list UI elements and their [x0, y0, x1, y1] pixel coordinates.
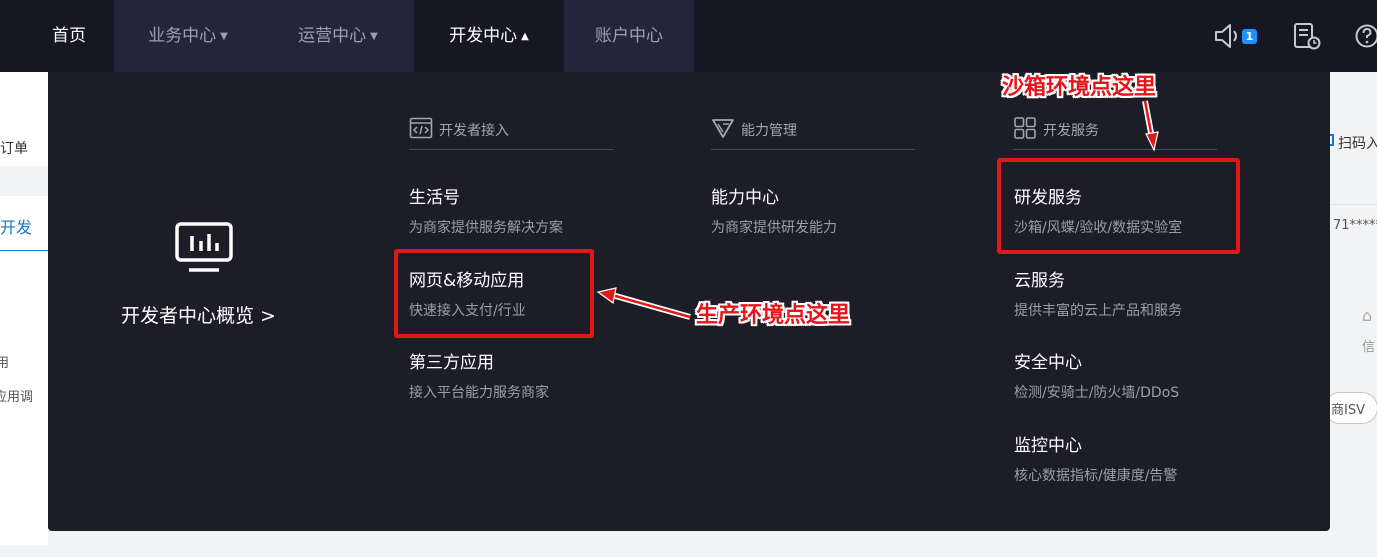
- top-navigation: 首页 业务中心 ▼ 运营中心 ▼ 开发中心 ▲ 账户中心 1: [0, 0, 1377, 72]
- menu-item-title: 云服务: [1014, 271, 1065, 291]
- menu-item-desc: 为商家提供研发能力: [711, 220, 837, 236]
- nav-account-center[interactable]: 账户中心: [564, 0, 694, 72]
- capability-triangle-icon: [712, 119, 734, 138]
- column-heading-developer-access: 开发者接入: [409, 116, 613, 150]
- production-callout: 生产环境点这里: [696, 303, 851, 328]
- background-info-text: 信: [1362, 340, 1376, 355]
- column-heading-label: 能力管理: [741, 123, 797, 139]
- developer-center-dropdown: 开发者中心概览 > 开发者接入 生活号 为商家提供服务解决方案 网页&移动应用 …: [48, 72, 1330, 531]
- nav-business-center[interactable]: 业务中心 ▼: [114, 0, 262, 72]
- column-heading-label: 开发服务: [1043, 123, 1099, 139]
- notification-badge: 1: [1242, 29, 1257, 44]
- code-window-icon: [409, 117, 433, 139]
- home-icon[interactable]: ⌂: [1362, 306, 1372, 325]
- background-tab-underline: [0, 250, 48, 251]
- background-account-masked: 71*****: [1333, 218, 1377, 233]
- nav-operations-center-label: 运营中心: [298, 26, 367, 46]
- help-icon[interactable]: [1355, 22, 1377, 50]
- sandbox-callout: 沙箱环境点这里: [1002, 75, 1157, 100]
- nav-operations-center[interactable]: 运营中心 ▼: [262, 0, 414, 72]
- menu-item-life-account[interactable]: 生活号 为商家提供服务解决方案: [409, 183, 649, 237]
- grid-icon: [1014, 117, 1036, 139]
- menu-item-title: 能力中心: [711, 188, 779, 208]
- menu-item-capability-center[interactable]: 能力中心 为商家提供研发能力: [711, 183, 951, 237]
- developer-overview-label: 开发者中心概览 >: [121, 305, 276, 327]
- background-left-card: [0, 72, 48, 467]
- background-strip: [0, 166, 48, 196]
- menu-item-monitoring-center[interactable]: 监控中心 核心数据指标/健康度/告警: [1014, 431, 1254, 485]
- menu-item-desc: 接入平台能力服务商家: [409, 385, 549, 401]
- menu-item-third-party-app[interactable]: 第三方应用 接入平台能力服务商家: [409, 348, 649, 402]
- background-scan-text[interactable]: 扫码入: [1338, 133, 1377, 153]
- dashboard-monitor-icon: [175, 222, 233, 272]
- background-fragment-2: 应用调: [0, 390, 34, 405]
- menu-item-desc: 检测/安骑士/防火墙/DDoS: [1014, 385, 1180, 401]
- column-heading-label: 开发者接入: [439, 123, 509, 139]
- document-clock-icon[interactable]: [1293, 22, 1321, 50]
- menu-item-cloud-services[interactable]: 云服务 提供丰富的云上产品和服务: [1014, 266, 1254, 320]
- background-fragment-1: 用: [0, 356, 10, 371]
- nav-developer-center[interactable]: 开发中心 ▲: [414, 0, 564, 72]
- menu-item-security-center[interactable]: 安全中心 检测/安骑士/防火墙/DDoS: [1014, 348, 1254, 402]
- isv-button[interactable]: 商ISV: [1324, 392, 1377, 424]
- menu-item-desc: 为商家提供服务解决方案: [409, 220, 563, 236]
- background-dev-tab[interactable]: 开发: [0, 214, 32, 238]
- caret-up-icon: ▲: [521, 31, 529, 42]
- nav-home[interactable]: 首页: [24, 0, 114, 72]
- menu-item-desc: 核心数据指标/健康度/告警: [1014, 468, 1178, 484]
- annotation-box-sandbox: [997, 158, 1240, 254]
- background-divider: [1329, 204, 1377, 205]
- speaker-icon[interactable]: [1213, 22, 1243, 50]
- menu-item-title: 安全中心: [1014, 353, 1082, 373]
- nav-home-label: 首页: [52, 26, 86, 46]
- annotation-box-production: [394, 249, 594, 338]
- nav-account-center-label: 账户中心: [595, 26, 663, 46]
- menu-item-title: 第三方应用: [409, 353, 494, 373]
- nav-developer-center-label: 开发中心: [449, 26, 518, 46]
- column-heading-capability-management: 能力管理: [711, 116, 915, 150]
- caret-down-icon: ▼: [220, 31, 228, 42]
- menu-item-title: 监控中心: [1014, 436, 1082, 456]
- column-heading-dev-services: 开发服务: [1013, 116, 1217, 150]
- background-order-text: 订单: [0, 141, 28, 157]
- menu-item-desc: 提供丰富的云上产品和服务: [1014, 303, 1182, 319]
- menu-item-title: 生活号: [409, 188, 460, 208]
- caret-down-icon: ▼: [370, 31, 378, 42]
- nav-business-center-label: 业务中心: [148, 26, 217, 46]
